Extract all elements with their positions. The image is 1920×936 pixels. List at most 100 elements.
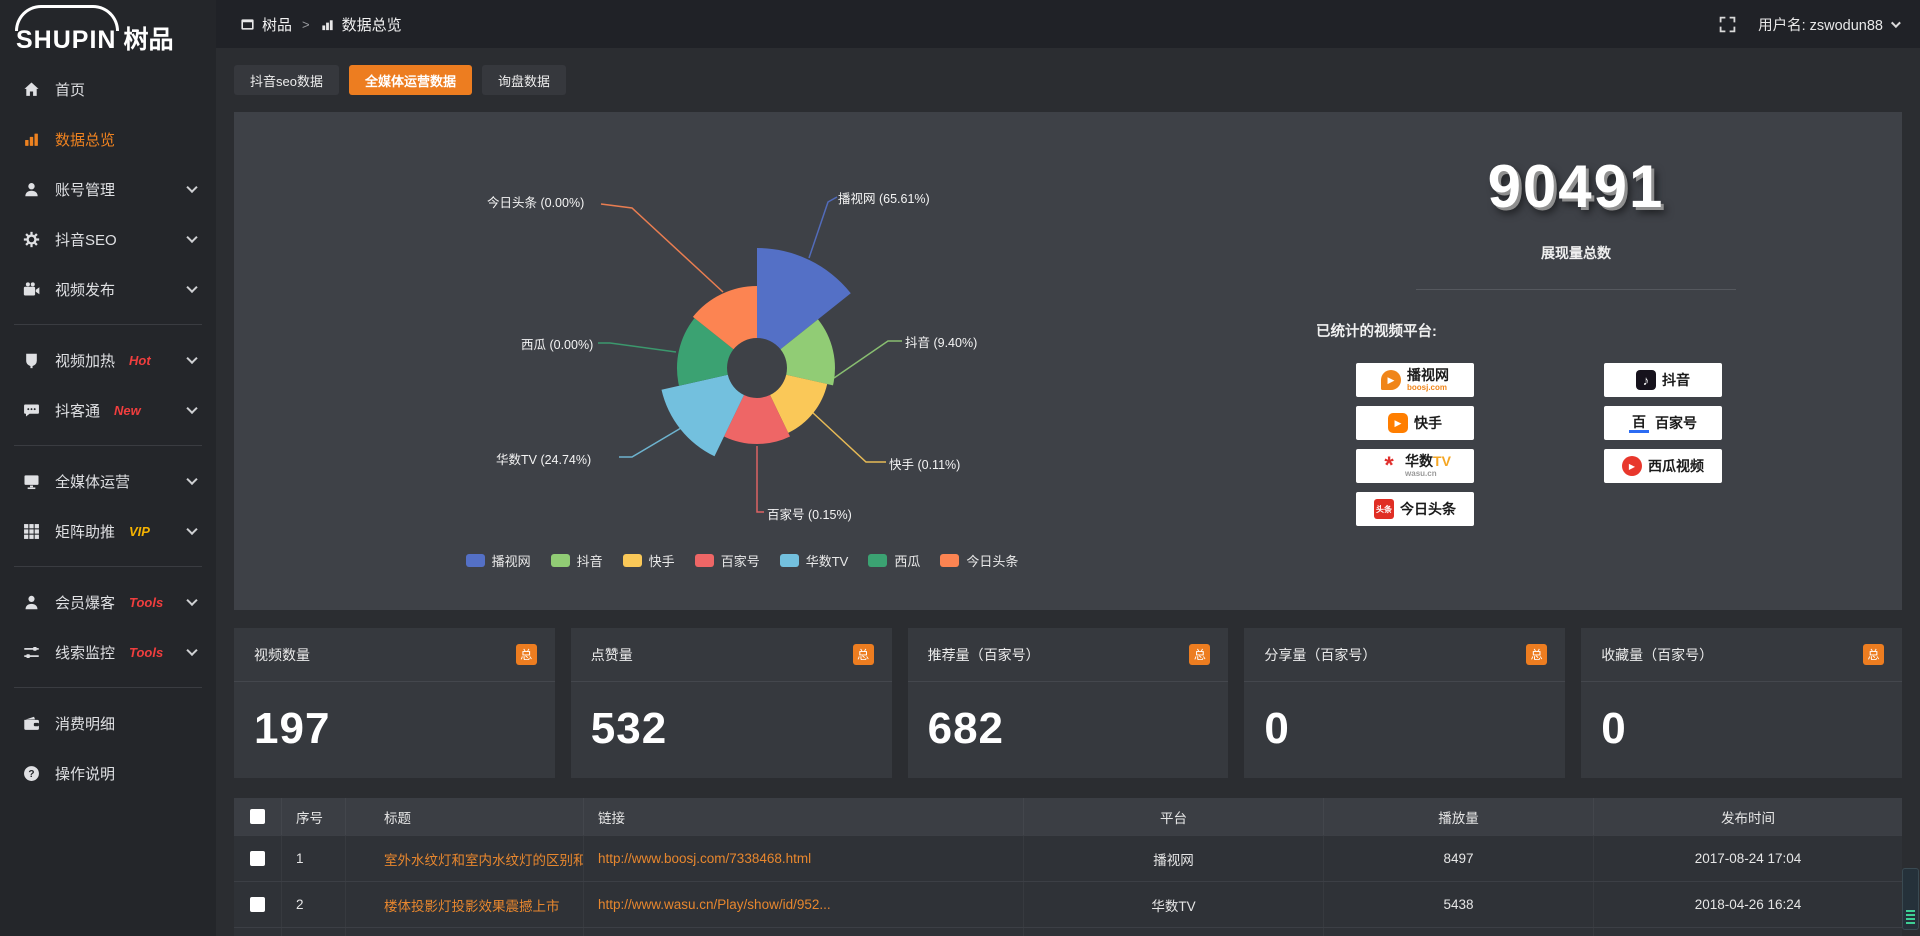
sidebar-item-video-heat[interactable]: 视频加热 Hot — [0, 335, 216, 385]
rose-pie-chart: 播视网 (65.61%) 抖音 (9.40%) 快手 (0.11%) 百家号 (… — [234, 112, 1250, 610]
sidebar-item-label: 首页 — [55, 79, 85, 100]
pie-slice-wasutv[interactable] — [662, 375, 745, 457]
sidebar-divider — [14, 687, 202, 688]
wallet-icon — [23, 715, 40, 732]
legend-item-kuaishou[interactable]: 快手 — [623, 551, 675, 570]
row-platform: 华数TV — [1024, 882, 1324, 927]
user-icon — [23, 181, 40, 198]
sliders-icon — [23, 644, 40, 661]
widget-bar — [1906, 922, 1915, 924]
sidebar-item-video-publish[interactable]: 视频发布 — [0, 264, 216, 314]
table-row: 2 楼体投影灯投影效果震撼上市 http://www.wasu.cn/Play/… — [234, 882, 1902, 928]
content: 抖音seo数据 全媒体运营数据 询盘数据 — [216, 48, 1920, 936]
chevron-down-icon — [186, 353, 197, 364]
sidebar-item-label: 账号管理 — [55, 179, 115, 200]
total-badge: 总 — [1526, 644, 1547, 665]
sidebar-item-label: 线索监控 — [55, 642, 115, 663]
sidebar-item-data-overview[interactable]: 数据总览 — [0, 114, 216, 164]
total-badge: 总 — [1863, 644, 1884, 665]
sidebar-nav: 首页 数据总览 账号管理 抖音SEO 视频发布 — [0, 64, 216, 798]
toutiao-logo-icon: 头条 — [1374, 499, 1394, 519]
video-url-link[interactable]: http://www.boosj.com/7338468.html — [598, 851, 811, 866]
leader-line-boshiwang — [809, 197, 837, 258]
legend-swatch — [868, 554, 887, 567]
floating-service-widget[interactable] — [1902, 868, 1919, 930]
table-header-row: 序号 标题 链接 平台 播放量 发布时间 — [234, 798, 1902, 836]
sidebar: SHUPIN树品 首页 数据总览 账号管理 抖音SEO — [0, 0, 216, 936]
sidebar-item-home[interactable]: 首页 — [0, 64, 216, 114]
select-all-checkbox[interactable] — [250, 809, 265, 824]
sidebar-item-omnimedia-operation[interactable]: 全媒体运营 — [0, 456, 216, 506]
platform-badge-kuaishou: ▶ 快手 — [1356, 406, 1474, 440]
widget-bar — [1906, 918, 1915, 920]
platform-name: 播视网 — [1407, 368, 1449, 382]
row-publish-time: 2018-04-26 16:24 — [1594, 882, 1902, 927]
sidebar-item-account-management[interactable]: 账号管理 — [0, 164, 216, 214]
legend-item-baijiahao[interactable]: 百家号 — [695, 551, 760, 570]
tab-douyin-seo-data[interactable]: 抖音seo数据 — [234, 65, 339, 95]
row-checkbox[interactable] — [250, 851, 265, 866]
platform-sub: wasu.cn — [1405, 470, 1451, 478]
legend-item-toutiao[interactable]: 今日头条 — [940, 551, 1018, 570]
total-badge: 总 — [853, 644, 874, 665]
video-title-link[interactable]: 室外水纹灯和室内水纹灯的区别和简介 — [384, 849, 584, 869]
sidebar-item-instructions[interactable]: ? 操作说明 — [0, 748, 216, 798]
user-menu[interactable]: 用户名: zswodun88 — [1758, 14, 1898, 35]
platform-name-tv: TV — [1433, 453, 1451, 469]
chevron-down-icon — [186, 232, 197, 243]
window-icon — [240, 17, 255, 32]
home-icon — [23, 81, 40, 98]
platform-badge-xigua: ▶ 西瓜视频 — [1604, 449, 1722, 483]
sidebar-item-douyin-seo[interactable]: 抖音SEO — [0, 214, 216, 264]
pie-svg — [234, 112, 1250, 610]
leader-line-baijiahao — [757, 446, 764, 512]
breadcrumb-app[interactable]: 树品 — [262, 14, 292, 35]
legend-item-boshiwang[interactable]: 播视网 — [466, 551, 531, 570]
stat-card-title: 视频数量 — [254, 645, 310, 665]
legend-item-xigua[interactable]: 西瓜 — [868, 551, 920, 570]
row-checkbox[interactable] — [250, 897, 265, 912]
stat-card-value: 532 — [571, 682, 892, 754]
question-icon: ? — [23, 765, 40, 782]
breadcrumb: 树品 > 数据总览 — [240, 14, 402, 35]
sidebar-item-lead-monitor[interactable]: 线索监控 Tools — [0, 627, 216, 677]
col-header-platform: 平台 — [1024, 798, 1324, 835]
bar-chart-icon — [320, 17, 335, 32]
legend-item-wasutv[interactable]: 华数TV — [780, 551, 849, 570]
legend-swatch — [940, 554, 959, 567]
logo[interactable]: SHUPIN树品 — [0, 0, 216, 64]
sidebar-item-matrix-boost[interactable]: 矩阵助推 VIP — [0, 506, 216, 556]
sidebar-item-member-burst[interactable]: 会员爆客 Tools — [0, 577, 216, 627]
legend-swatch — [695, 554, 714, 567]
logo-text-cn: 树品 — [123, 26, 173, 54]
platforms-title: 已统计的视频平台: — [1316, 320, 1902, 341]
videos-table: 序号 标题 链接 平台 播放量 发布时间 1 室外水纹灯和室内水纹灯的区别和简介… — [234, 798, 1902, 936]
boosj-logo-icon: ▶ — [1381, 370, 1401, 390]
stat-card-favorites: 收藏量（百家号）总 0 — [1581, 628, 1902, 778]
stat-card-video-count: 视频数量总 197 — [234, 628, 555, 778]
row-publish-time: 2017-08-24 17:04 — [1594, 836, 1902, 881]
tab-inquiry-data[interactable]: 询盘数据 — [482, 65, 566, 95]
chevron-down-icon — [186, 474, 197, 485]
sidebar-item-spending-details[interactable]: 消费明细 — [0, 698, 216, 748]
row-no: 1 — [282, 836, 346, 881]
leader-line-toutiao — [601, 204, 723, 292]
fullscreen-icon[interactable] — [1719, 16, 1736, 33]
video-title-link[interactable]: 楼体投影灯投影效果震撼上市 — [384, 895, 560, 915]
platform-badge-baijiahao: 百 百家号 — [1604, 406, 1722, 440]
total-badge: 总 — [1189, 644, 1210, 665]
stat-cards-row: 视频数量总 197 点赞量总 532 推荐量（百家号）总 682 分享量（百家号… — [234, 628, 1902, 778]
chart-panel: 播视网 (65.61%) 抖音 (9.40%) 快手 (0.11%) 百家号 (… — [234, 112, 1902, 610]
sidebar-item-douketong[interactable]: 抖客通 New — [0, 385, 216, 435]
chevron-down-icon — [1891, 18, 1901, 28]
breadcrumb-page[interactable]: 数据总览 — [342, 14, 402, 35]
main-area: 树品 > 数据总览 用户名: zswodun88 抖音seo数据 全媒体运营数据… — [216, 0, 1920, 936]
total-impressions-label: 展现量总数 — [1250, 243, 1902, 263]
sidebar-item-label: 视频发布 — [55, 279, 115, 300]
video-url-link[interactable]: http://www.wasu.cn/Play/show/id/952... — [598, 897, 831, 912]
table-row-partial — [234, 928, 1902, 936]
legend-item-douyin[interactable]: 抖音 — [551, 551, 603, 570]
sidebar-item-label: 矩阵助推 — [55, 521, 115, 542]
tab-omnimedia-data[interactable]: 全媒体运营数据 — [349, 65, 472, 95]
logo-arc-icon — [15, 5, 119, 31]
